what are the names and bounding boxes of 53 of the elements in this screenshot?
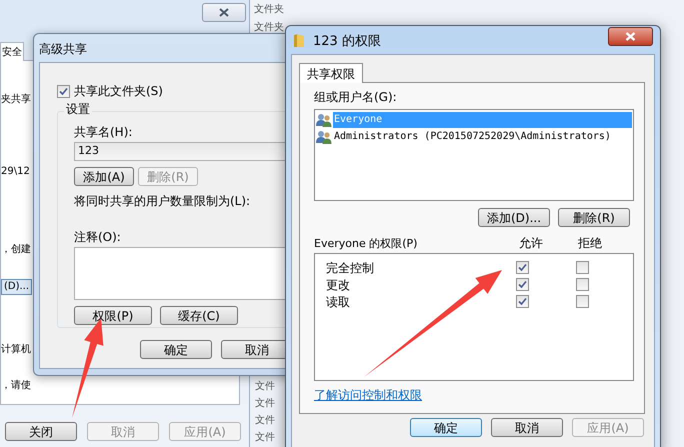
checkbox[interactable]	[516, 261, 529, 274]
text-fragment: 29\12	[1, 167, 30, 177]
users-icon	[316, 112, 332, 126]
text-fragment: ，创建	[1, 245, 31, 255]
checkbox[interactable]	[576, 278, 589, 291]
field-label: 共享名(H):	[74, 126, 132, 138]
checkbox[interactable]	[576, 295, 589, 308]
close-icon	[219, 8, 229, 17]
tab[interactable]: 安全	[0, 42, 24, 61]
permissions-label: Everyone 的权限(P)	[314, 238, 418, 249]
checkbox[interactable]	[516, 295, 529, 308]
close-icon	[625, 32, 636, 41]
folder-label: 文件	[255, 380, 275, 393]
window-title: 123 的权限	[313, 33, 381, 51]
folder-label: 文件	[255, 414, 275, 427]
folder-label: 文件	[255, 397, 275, 410]
permission-name: 更改	[326, 276, 351, 294]
list-label: 组或用户名(G):	[314, 91, 397, 103]
checkbox-label: 共享此文件夹(S)	[74, 83, 163, 100]
tab[interactable]: 共享权限	[299, 63, 363, 83]
help-link[interactable]: 了解访问控制和权限	[314, 389, 422, 401]
limit-label: 将同时共享的用户数量限制为(L):	[74, 195, 250, 207]
button[interactable]: 缓存(C)	[160, 306, 238, 325]
permission-name: 读取	[326, 294, 351, 310]
permission-name: 完全控制	[326, 260, 375, 276]
text-fragment: 夹共享	[1, 95, 31, 105]
user-item[interactable]: Administrators (PC201507252029\Administrators)	[333, 128, 612, 144]
column-header: 允许	[519, 237, 543, 249]
button[interactable]: 删除(R)	[558, 208, 630, 227]
close-button[interactable]	[608, 27, 653, 46]
checkbox[interactable]	[576, 261, 589, 274]
folder-label: 文件	[255, 431, 275, 444]
button[interactable]: 取消	[491, 418, 563, 437]
folder-label: 文件夹	[254, 3, 284, 17]
button[interactable]: 关闭	[5, 422, 77, 441]
close-button[interactable]	[202, 3, 246, 22]
column-header: 拒绝	[578, 237, 602, 249]
button[interactable]: 添加(D)...	[478, 208, 550, 227]
button[interactable]: (D)...	[1, 279, 32, 295]
button[interactable]: 添加(A)	[74, 167, 134, 186]
button[interactable]: 确定	[410, 418, 482, 437]
group-title: 设置	[64, 103, 92, 115]
field-label: 注释(O):	[74, 231, 121, 243]
button[interactable]: 权限(P)	[74, 306, 152, 325]
users-icon	[316, 130, 332, 144]
text-fragment: 计算机	[1, 345, 31, 355]
window-title: 高级共享	[39, 41, 87, 58]
checkbox[interactable]	[516, 278, 529, 291]
folder-icon	[293, 33, 305, 48]
text-fragment: ，请使	[1, 381, 31, 391]
checkbox[interactable]	[57, 84, 70, 98]
button[interactable]: 确定	[140, 340, 212, 359]
folder-label: 文件夹	[254, 21, 284, 35]
